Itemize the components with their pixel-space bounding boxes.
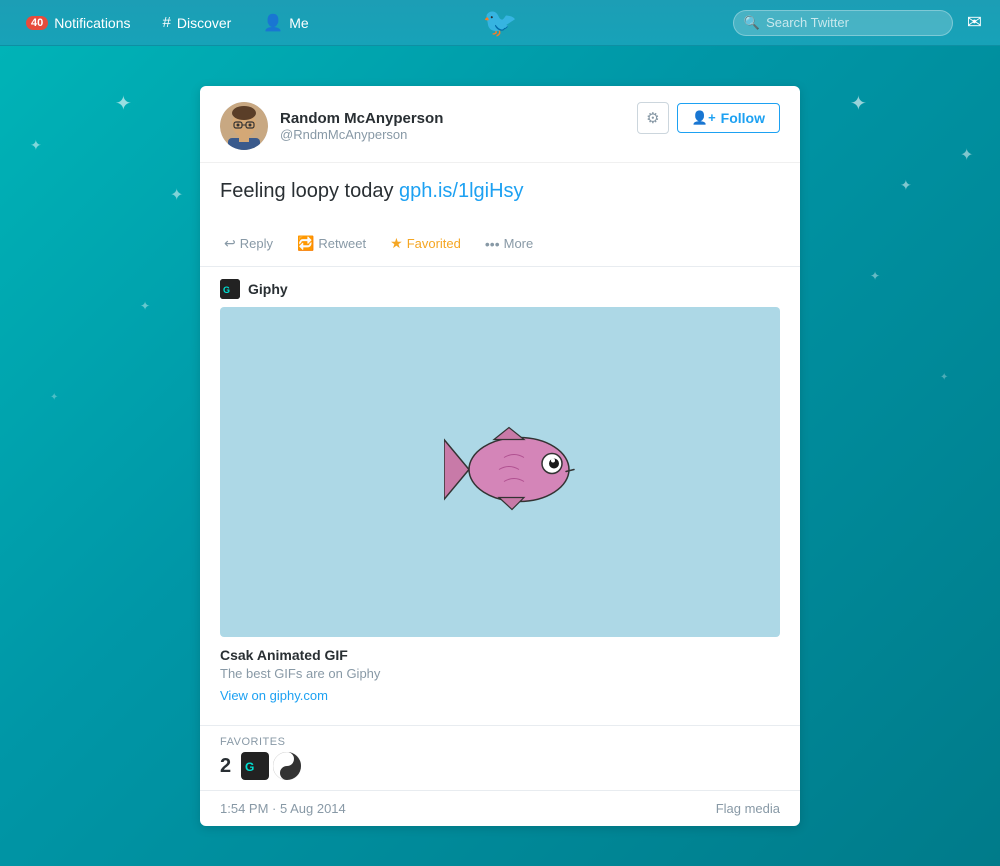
svg-text:G: G [223,285,230,295]
star-icon: ★ [390,235,403,252]
user-info: Random McAnyperson @RndmMcAnyperson [220,102,443,150]
giphy-header: G Giphy [220,279,780,299]
tweet-header: Random McAnyperson @RndmMcAnyperson ⚙ 👤+… [200,86,800,163]
user-text: Random McAnyperson @RndmMcAnyperson [280,110,443,142]
reply-button[interactable]: ↩ Reply [220,233,277,254]
hash-icon: # [163,14,171,31]
fish-svg [444,420,584,520]
tweet-text-before: Feeling loopy today [220,180,399,202]
twitter-logo: 🐦 [483,6,518,39]
reply-label: Reply [240,236,273,251]
mail-icon[interactable]: ✉ [961,8,988,37]
gear-button[interactable]: ⚙ [637,102,669,134]
main-content: Random McAnyperson @RndmMcAnyperson ⚙ 👤+… [0,46,1000,866]
tweet-card: Random McAnyperson @RndmMcAnyperson ⚙ 👤+… [200,86,800,826]
nav-left: 40 Notifications # Discover 👤 Me [12,0,483,46]
person-icon: 👤 [263,13,283,33]
retweet-icon: 🔁 [297,235,314,252]
giphy-name: Giphy [248,281,288,297]
notifications-badge: 40 [26,16,48,30]
favorited-label: Favorited [407,236,461,251]
nav-discover[interactable]: # Discover [149,0,246,46]
nav-me[interactable]: 👤 Me [249,0,322,46]
tweet-body: Feeling loopy today gph.is/1lgiHsy [200,163,800,225]
user-handle: @RndmMcAnyperson [280,127,443,142]
giphy-image[interactable] [220,307,780,637]
tweet-actions: ↩ Reply 🔁 Retweet ★ Favorited ••• More [200,225,800,267]
follow-button[interactable]: 👤+ Reply Follow [677,103,780,133]
avatar-svg [220,102,268,150]
embed-link[interactable]: View on giphy.com [220,688,328,703]
me-label: Me [289,15,308,31]
navbar: 40 Notifications # Discover 👤 Me 🐦 🔍 ✉ [0,0,1000,46]
nav-notifications[interactable]: 40 Notifications [12,0,145,46]
tweet-link[interactable]: gph.is/1lgiHsy [399,180,524,202]
fav-avatar-1: G [241,752,269,780]
more-icon: ••• [485,236,500,252]
embed-info: Csak Animated GIF The best GIFs are on G… [220,637,780,713]
retweet-button[interactable]: 🔁 Retweet [293,233,370,254]
flag-media-button[interactable]: Flag media [716,801,780,816]
tweet-timestamp: 1:54 PM · 5 Aug 2014 [220,801,346,816]
fish-animation [444,420,584,525]
search-icon: 🔍 [744,15,760,31]
fav-avatar-2 [273,752,301,780]
embed-desc: The best GIFs are on Giphy [220,666,780,681]
user-name: Random McAnyperson [280,110,443,127]
more-button[interactable]: ••• More [481,234,537,254]
nav-right: 🔍 ✉ [517,8,988,37]
favorites-section: FAVORITES 2 G [200,726,800,791]
avatar [220,102,268,150]
more-label: More [504,236,534,251]
fav-avatars: G [241,752,301,780]
discover-label: Discover [177,15,231,31]
favorite-button[interactable]: ★ Favorited [386,233,465,254]
embed-title: Csak Animated GIF [220,647,780,663]
giphy-logo-icon: G [220,279,240,299]
nav-center: 🐦 [483,6,518,39]
favorites-count: 2 [220,755,231,778]
tweet-text: Feeling loopy today gph.is/1lgiHsy [220,177,780,205]
notifications-label: Notifications [54,15,130,31]
favorites-label: FAVORITES [220,736,780,748]
retweet-label: Retweet [318,236,366,251]
reply-icon: ↩ [224,235,236,252]
search-input[interactable] [766,15,926,30]
giphy-logo-svg: G [220,279,240,299]
embed-section: G Giphy [200,267,800,726]
svg-text:G: G [245,760,254,774]
header-right: ⚙ 👤+ Reply Follow [637,102,780,134]
favorites-row: 2 G [220,752,780,780]
search-box: 🔍 [733,10,953,36]
tweet-footer: 1:54 PM · 5 Aug 2014 Flag media [200,791,800,826]
follow-plus-icon: 👤+ [692,110,716,126]
